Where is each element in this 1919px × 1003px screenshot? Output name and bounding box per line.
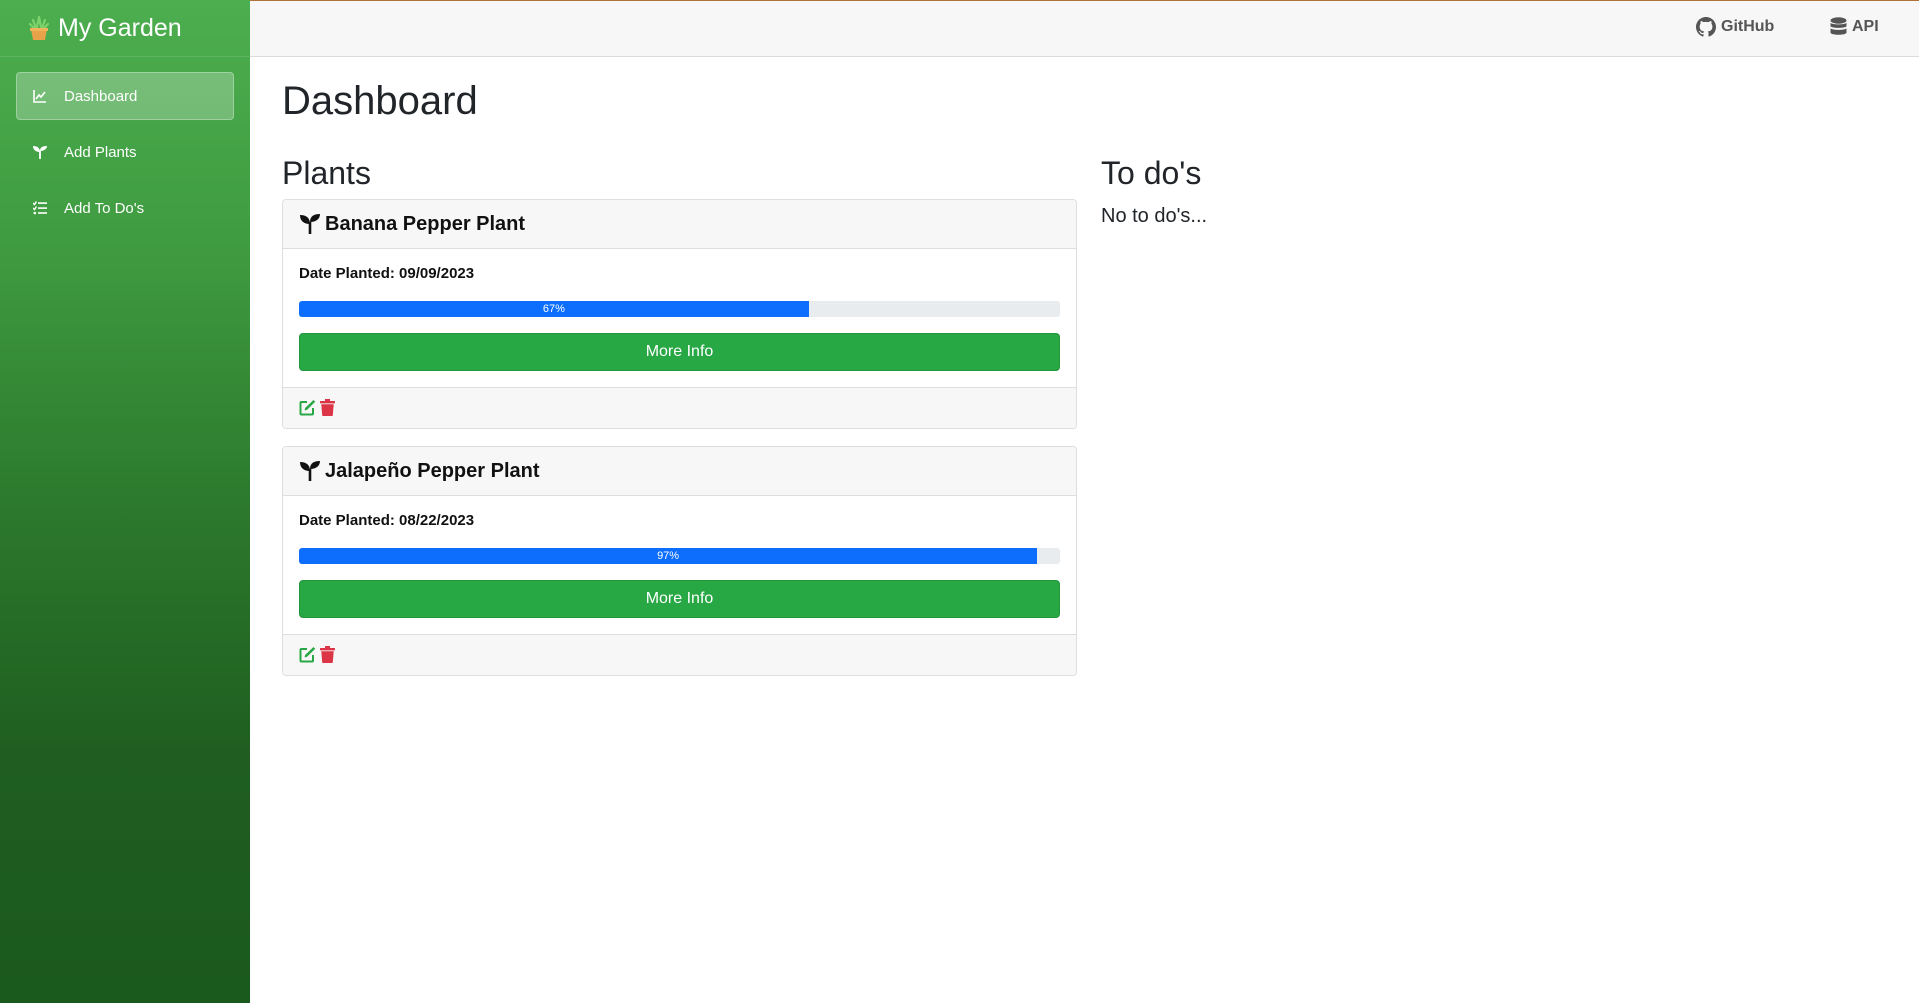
delete-icon[interactable] (320, 399, 338, 417)
sidebar-item-dashboard[interactable]: Dashboard (16, 72, 234, 120)
api-label: API (1852, 18, 1879, 35)
plant-card-footer (283, 387, 1076, 428)
todos-empty-message: No to do's... (1101, 205, 1208, 227)
growth-progress: 97% (299, 548, 1060, 564)
seedling-icon (32, 144, 48, 160)
potted-plant-icon (28, 15, 50, 40)
sidebar-item-label: Dashboard (64, 87, 138, 105)
plant-name: Jalapeño Pepper Plant (325, 459, 540, 482)
edit-icon[interactable] (299, 399, 317, 417)
sidebar: My Garden Dashboard Add Plants Add To Do… (0, 0, 250, 1003)
main-content: Dashboard Plants Banana Pepper Plant Dat… (282, 57, 1919, 1003)
github-label: GitHub (1721, 18, 1775, 35)
page-title: Dashboard (282, 79, 478, 123)
github-link[interactable]: GitHub (1696, 17, 1774, 37)
sidebar-item-add-todos[interactable]: Add To Do's (16, 184, 234, 232)
plant-card-footer (283, 634, 1076, 675)
progress-bar-fill: 97% (299, 548, 1038, 564)
delete-icon[interactable] (320, 646, 338, 664)
date-planted: Date Planted: 08/22/2023 (299, 512, 475, 529)
edit-icon[interactable] (299, 646, 317, 664)
github-icon (1696, 17, 1716, 37)
plant-name: Banana Pepper Plant (325, 212, 526, 235)
growth-progress: 67% (299, 301, 1060, 317)
sidebar-item-label: Add Plants (64, 143, 137, 161)
database-icon (1830, 17, 1847, 35)
todos-section: To do's No to do's... (1101, 155, 1501, 228)
plants-section: Plants Banana Pepper Plant Date Planted:… (282, 155, 1077, 693)
chart-line-icon (32, 88, 48, 104)
list-check-icon (32, 200, 48, 216)
progress-bar-fill: 67% (299, 301, 809, 317)
brand-title: My Garden (58, 13, 182, 42)
sidebar-nav: Dashboard Add Plants Add To Do's (0, 57, 250, 232)
plant-card-header: Banana Pepper Plant (283, 200, 1076, 249)
todos-heading: To do's (1101, 155, 1202, 191)
sidebar-item-label: Add To Do's (64, 199, 145, 217)
plant-card: Banana Pepper Plant Date Planted: 09/09/… (282, 199, 1077, 429)
sidebar-item-add-plants[interactable]: Add Plants (16, 128, 234, 176)
seedling-icon (300, 214, 320, 234)
top-navbar: GitHub API (250, 0, 1919, 57)
date-planted: Date Planted: 09/09/2023 (299, 265, 475, 282)
api-link[interactable]: API (1830, 17, 1879, 37)
plants-heading: Plants (282, 155, 371, 191)
plant-card-header: Jalapeño Pepper Plant (283, 447, 1076, 496)
brand[interactable]: My Garden (0, 0, 250, 57)
seedling-icon (300, 461, 320, 481)
plant-card: Jalapeño Pepper Plant Date Planted: 08/2… (282, 446, 1077, 676)
more-info-button[interactable]: More Info (299, 333, 1060, 371)
more-info-button[interactable]: More Info (299, 580, 1060, 618)
plant-card-body: Date Planted: 08/22/2023 97% More Info (283, 496, 1076, 634)
plant-card-body: Date Planted: 09/09/2023 67% More Info (283, 249, 1076, 387)
